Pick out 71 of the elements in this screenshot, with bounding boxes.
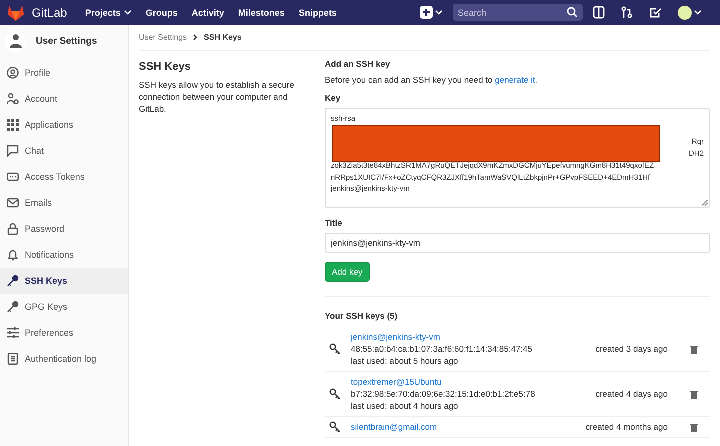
user-avatar — [5, 30, 26, 52]
sidebar-title: User Settings — [36, 36, 98, 46]
created-date: created 4 months ago — [586, 422, 668, 432]
token-icon — [7, 171, 19, 183]
search-icon — [567, 7, 578, 18]
sidebar-item[interactable]: Authentication log — [0, 346, 128, 372]
fox-logo-icon[interactable] — [6, 4, 26, 22]
sidebar-panel-icon[interactable] — [593, 6, 605, 19]
keys-heading: Your SSH keys (5) — [325, 311, 399, 321]
mail-icon — [7, 197, 19, 209]
created-date: created 4 days ago — [596, 389, 668, 399]
caret-icon — [435, 10, 443, 16]
trash-icon[interactable] — [690, 344, 698, 354]
key-icon — [7, 275, 19, 287]
profile-icon — [7, 67, 19, 79]
sliders-icon — [7, 327, 19, 339]
trash-icon[interactable] — [690, 390, 698, 398]
last-used-text: last used: about 4 hours ago — [351, 400, 460, 412]
account-icon — [7, 93, 19, 105]
new-menu-button[interactable] — [420, 6, 443, 19]
key-icon — [329, 421, 341, 433]
key-icon — [329, 343, 341, 355]
sidebar-item[interactable]: Applications — [0, 112, 128, 138]
checkbox-icon[interactable] — [649, 6, 662, 19]
user-avatar-button[interactable] — [678, 6, 702, 20]
breadcrumb-link[interactable]: User Settings — [139, 33, 188, 42]
merge-request-icon[interactable] — [621, 6, 633, 19]
help-text: Before you can add an SSH key you need to generate it. — [325, 75, 539, 85]
sidebar-item[interactable]: Preferences — [0, 320, 128, 346]
key-icon — [7, 301, 19, 313]
section-description: SSH keys allow you to establish a secure connection between your computer and GitLab. — [139, 79, 296, 115]
brand-name[interactable]: GitLab — [32, 6, 68, 20]
last-used-text: last used: about 5 hours ago — [351, 355, 460, 367]
grid-icon — [7, 119, 19, 131]
sidebar-item[interactable]: Account — [0, 86, 128, 112]
sidebar-item[interactable]: Notifications — [0, 242, 128, 268]
key-fingerprint: 48:55:a0:b4:ca:b1:07:3a:f6:60:f1:14:34:85:47:45 — [351, 343, 534, 355]
sidebar-item[interactable]: Profile — [0, 60, 128, 86]
caret-icon — [694, 10, 702, 16]
nav-link[interactable]: Snippets — [298, 8, 337, 18]
sidebar-item[interactable]: Access Tokens — [0, 164, 128, 190]
key-icon — [329, 388, 341, 400]
search-field[interactable]: Search — [453, 4, 583, 21]
sidebar-item[interactable]: SSH Keys — [0, 268, 128, 294]
section-title: SSH Keys — [139, 61, 192, 73]
nav-link[interactable]: Milestones — [238, 8, 285, 18]
created-date: created 3 days ago — [596, 344, 668, 354]
chevron-icon — [193, 34, 198, 41]
chat-icon — [7, 145, 19, 157]
key-title-link[interactable]: silentbrain@gmail.com — [351, 421, 576, 433]
breadcrumb-current: SSH Keys — [204, 33, 242, 42]
sidebar-item[interactable]: GPG Keys — [0, 294, 128, 320]
nav-link[interactable]: Groups — [146, 8, 178, 18]
key-fingerprint: b7:32:98:5e:70:da:09:6e:32:15:1d:e0:b1:2f:e5:78 — [351, 388, 536, 400]
form-heading: Add an SSH key — [325, 59, 392, 69]
title-label: Title — [325, 218, 344, 228]
generate-link[interactable]: generate it. — [495, 75, 538, 85]
key-title-link[interactable]: topextremer@15Ubuntu — [351, 376, 586, 388]
nav-link[interactable]: Projects — [85, 8, 132, 18]
sidebar-item[interactable]: Emails — [0, 190, 128, 216]
sidebar-item[interactable]: Chat — [0, 138, 128, 164]
bell-icon — [7, 249, 19, 261]
key-title-link[interactable]: jenkins@jenkins-kty-vm — [351, 331, 586, 343]
sidebar-item[interactable]: Password — [0, 216, 128, 242]
log-icon — [7, 353, 19, 365]
nav-link[interactable]: Activity — [192, 8, 224, 18]
title-field[interactable]: jenkins@jenkins-kty-vm — [325, 233, 710, 253]
resize-grip-icon — [702, 200, 708, 206]
key-label: Key — [325, 93, 342, 103]
lock-icon — [7, 223, 19, 235]
trash-icon[interactable] — [690, 422, 698, 432]
